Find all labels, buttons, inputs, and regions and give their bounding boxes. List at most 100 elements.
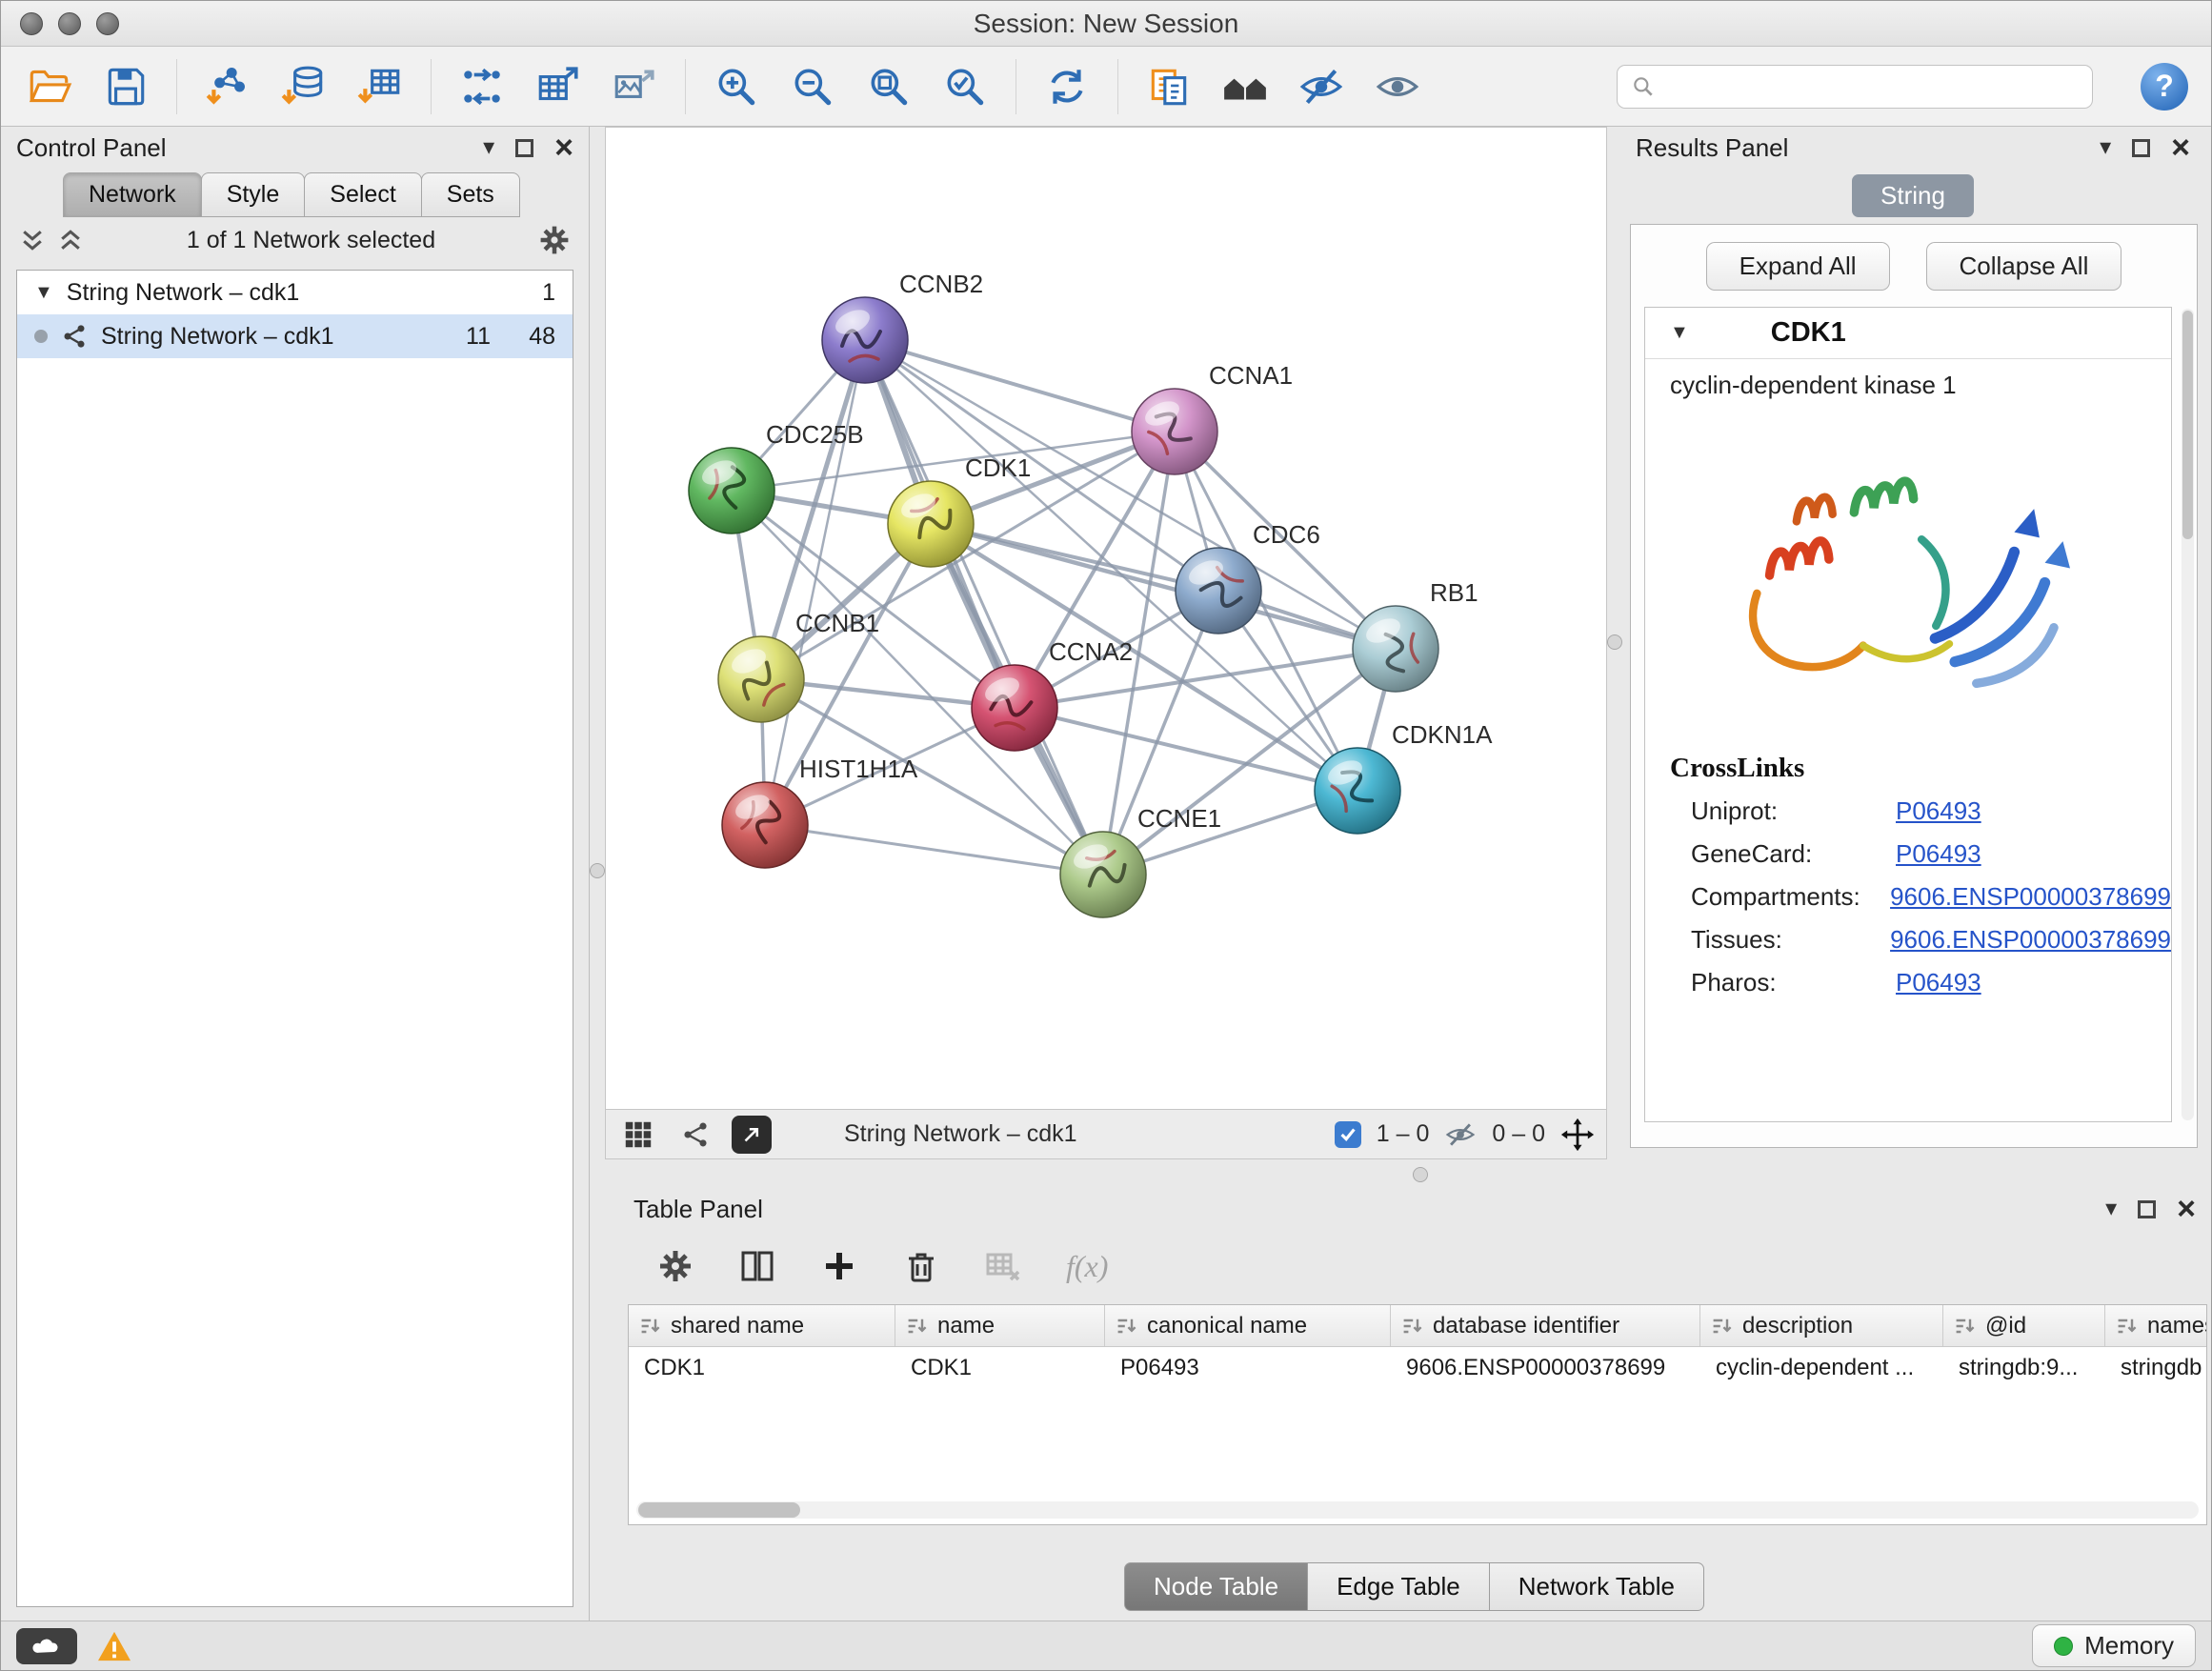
table-settings-gear-icon[interactable]	[656, 1247, 694, 1285]
import-network-file-icon[interactable]	[202, 61, 253, 112]
cytoscape-window: Session: New Session	[0, 0, 2212, 1671]
import-table-file-icon[interactable]	[354, 61, 406, 112]
network-node-RB1[interactable]: RB1	[1353, 578, 1478, 692]
crosslink-value[interactable]: 9606.ENSP00000378699	[1890, 882, 2171, 912]
selected-counts: 1 – 0	[1377, 1120, 1430, 1148]
network-graph[interactable]: CCNB2CCNA1CDC25BCDK1CDC6RB1CCNB1CCNA2CDK…	[606, 128, 1606, 1109]
control-panel-title: Control Panel	[16, 133, 167, 163]
function-builder-icon[interactable]: f(x)	[1066, 1249, 1108, 1284]
help-icon[interactable]: ?	[2141, 63, 2188, 111]
show-columns-icon[interactable]	[738, 1247, 776, 1285]
vertical-splitter-grip[interactable]	[590, 863, 605, 878]
search-box[interactable]	[1617, 65, 2093, 109]
tab-select[interactable]: Select	[304, 172, 421, 217]
share-view-icon[interactable]	[674, 1116, 716, 1154]
open-in-new-window-icon[interactable]	[732, 1116, 772, 1154]
crosslink-label: GeneCard:	[1691, 839, 1896, 869]
zoom-selected-icon[interactable]	[939, 61, 991, 112]
gene-expander-icon[interactable]: ▼	[1670, 322, 1689, 344]
home-icon[interactable]	[1219, 61, 1271, 112]
results-scrollbar[interactable]	[2182, 309, 2194, 1120]
gear-icon[interactable]	[537, 223, 572, 257]
crosslink-value[interactable]: P06493	[1896, 968, 1981, 997]
table-row[interactable]: CDK1 CDK1 P06493 9606.ENSP00000378699 cy…	[629, 1347, 2206, 1389]
tab-network-table[interactable]: Network Table	[1489, 1562, 1704, 1611]
tab-sets[interactable]: Sets	[421, 172, 520, 217]
column-header[interactable]: namespace	[2105, 1305, 2207, 1346]
expand-all-icon[interactable]	[56, 226, 85, 254]
save-session-icon[interactable]	[100, 61, 151, 112]
panel-close-icon[interactable]: ×	[2177, 1193, 2196, 1225]
crosslink-row: Tissues: 9606.ENSP00000378699	[1645, 918, 2171, 961]
tree-expander-icon[interactable]: ▼	[34, 282, 53, 304]
network-node-CCNA1[interactable]: CCNA1	[1132, 361, 1293, 474]
network-node-CCNE1[interactable]: CCNE1	[1060, 804, 1221, 917]
minimize-window-icon[interactable]	[58, 12, 81, 35]
column-header[interactable]: canonical name	[1105, 1305, 1391, 1346]
duplicate-document-icon[interactable]	[1143, 61, 1195, 112]
delete-table-icon[interactable]	[984, 1247, 1022, 1285]
panel-float-icon[interactable]	[515, 139, 533, 157]
column-header[interactable]: database identifier	[1391, 1305, 1700, 1346]
column-header[interactable]: shared name	[629, 1305, 895, 1346]
export-image-icon[interactable]	[609, 61, 660, 112]
delete-column-icon[interactable]	[902, 1247, 940, 1285]
hide-glyphs-icon[interactable]	[1296, 61, 1347, 112]
network-collection-row[interactable]: ▼ String Network – cdk1 1	[17, 271, 573, 314]
zoom-out-icon[interactable]	[787, 61, 838, 112]
add-column-icon[interactable]	[820, 1247, 858, 1285]
memory-button[interactable]: Memory	[2032, 1624, 2196, 1667]
collapse-all-button[interactable]: Collapse All	[1926, 242, 2122, 291]
import-network-database-icon[interactable]	[278, 61, 330, 112]
grid-view-icon[interactable]	[617, 1116, 659, 1154]
panel-collapse-icon[interactable]: ▾	[2105, 1198, 2117, 1220]
search-input[interactable]	[1665, 73, 2079, 100]
zoom-in-icon[interactable]	[711, 61, 762, 112]
collapse-all-icon[interactable]	[18, 226, 47, 254]
network-row[interactable]: String Network – cdk1 11 48	[17, 314, 573, 358]
panel-float-icon[interactable]	[2132, 139, 2150, 157]
clone-network-icon[interactable]	[456, 61, 508, 112]
table-tabs: Node Table Edge Table Network Table	[1125, 1562, 1704, 1611]
table-horizontal-scrollbar[interactable]	[636, 1501, 2199, 1519]
crosslink-value[interactable]: 9606.ENSP00000378699	[1890, 925, 2171, 955]
column-header[interactable]: description	[1700, 1305, 1943, 1346]
close-window-icon[interactable]	[20, 12, 43, 35]
open-session-icon[interactable]	[24, 61, 75, 112]
panel-collapse-icon[interactable]: ▾	[2100, 136, 2111, 159]
panel-collapse-icon[interactable]: ▾	[483, 136, 494, 159]
toolbar-separator	[1117, 59, 1118, 114]
selected-checkbox-icon[interactable]	[1335, 1121, 1361, 1148]
panel-close-icon[interactable]: ×	[2171, 131, 2190, 164]
network-canvas[interactable]: CCNB2CCNA1CDC25BCDK1CDC6RB1CCNB1CCNA2CDK…	[606, 128, 1606, 1109]
panel-float-icon[interactable]	[2138, 1200, 2156, 1218]
refresh-icon[interactable]	[1041, 61, 1093, 112]
show-glyphs-icon[interactable]	[1372, 61, 1423, 112]
zoom-fit-icon[interactable]	[863, 61, 915, 112]
column-header[interactable]: name	[895, 1305, 1105, 1346]
warning-icon[interactable]	[96, 1630, 132, 1662]
zoom-window-icon[interactable]	[96, 12, 119, 35]
tab-network[interactable]: Network	[63, 172, 202, 217]
crosslink-value[interactable]: P06493	[1896, 839, 1981, 869]
network-node-CDKN1A[interactable]: CDKN1A	[1315, 720, 1493, 834]
network-bullet-icon	[34, 330, 48, 343]
network-node-CCNB1[interactable]: CCNB1	[718, 609, 879, 722]
cloud-icon[interactable]	[16, 1628, 77, 1664]
export-table-icon[interactable]	[533, 61, 584, 112]
expand-all-button[interactable]: Expand All	[1706, 242, 1890, 291]
node-label-CDC6: CDC6	[1253, 520, 1320, 549]
vertical-splitter-grip[interactable]	[1607, 634, 1622, 650]
panel-close-icon[interactable]: ×	[554, 131, 573, 164]
node-label-CCNA1: CCNA1	[1209, 361, 1293, 390]
pan-crosshair-icon[interactable]	[1560, 1117, 1595, 1152]
network-node-HIST1H1A[interactable]: HIST1H1A	[722, 755, 918, 868]
tab-edge-table[interactable]: Edge Table	[1307, 1562, 1490, 1611]
tab-node-table[interactable]: Node Table	[1124, 1562, 1308, 1611]
tab-string[interactable]: String	[1852, 174, 1974, 217]
crosslinks-heading: CrossLinks	[1645, 737, 2171, 790]
tab-style[interactable]: Style	[201, 172, 306, 217]
column-header[interactable]: @id	[1943, 1305, 2105, 1346]
horizontal-splitter-grip[interactable]	[1413, 1167, 1428, 1182]
crosslink-value[interactable]: P06493	[1896, 796, 1981, 826]
